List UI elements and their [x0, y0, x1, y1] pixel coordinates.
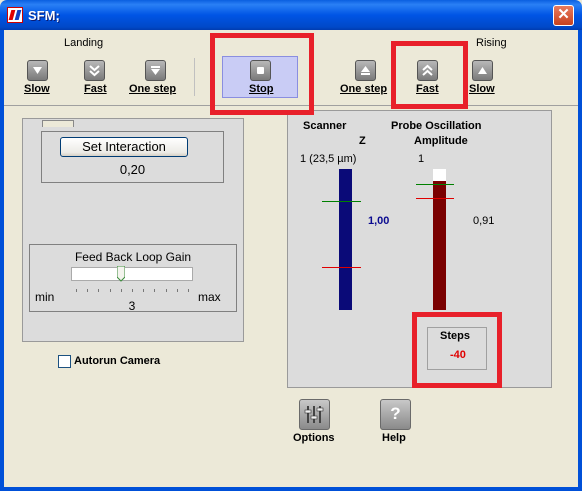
slider-tick: [166, 289, 167, 292]
window-frame-bottom: [0, 487, 582, 491]
triangle-up-icon: [472, 60, 493, 81]
scanner-range: 1 (23,5 µm): [300, 153, 357, 165]
slider-value: 3: [128, 299, 136, 313]
triangle-down-icon: [27, 60, 48, 81]
autorun-camera-checkbox[interactable]: [58, 355, 71, 368]
slider-tick: [188, 289, 189, 292]
slider-tick: [76, 289, 77, 292]
help-button[interactable]: ?: [380, 399, 411, 430]
probe-marker-green: [416, 184, 454, 185]
landing-fast-button[interactable]: Fast: [82, 60, 116, 100]
title-bar[interactable]: [0, 0, 582, 30]
slider-thumb[interactable]: [116, 265, 126, 282]
options-button[interactable]: [299, 399, 330, 430]
rising-one-step-button[interactable]: One step: [340, 60, 396, 100]
probe-title-line1: Probe Oscillation: [391, 120, 482, 132]
triangle-up-bar-icon: [355, 60, 376, 81]
triangle-down-bar-icon: [145, 60, 166, 81]
slider-tick: [121, 289, 122, 292]
landing-slow-button[interactable]: Slow: [22, 60, 56, 100]
window-title: SFM;: [28, 8, 60, 23]
probe-bar-top: [433, 169, 446, 181]
options-label: Options: [293, 432, 335, 444]
scanner-marker-red: [322, 267, 361, 268]
landing-group-label: Landing: [64, 37, 104, 49]
slider-min-label: min: [35, 290, 55, 304]
scanner-axis: Z: [359, 135, 366, 147]
probe-marker-red: [416, 198, 454, 199]
probe-bar: [433, 181, 446, 310]
feedback-gain-slider[interactable]: [71, 267, 193, 281]
slider-tick: [154, 289, 155, 292]
help-label: Help: [382, 432, 406, 444]
rising-one-step-label: One step: [340, 83, 388, 95]
slider-max-label: max: [198, 290, 221, 304]
slider-tick: [177, 289, 178, 292]
rising-slow-label: Slow: [469, 83, 495, 95]
rising-slow-button[interactable]: Slow: [468, 60, 502, 100]
scanner-bar: [339, 169, 352, 310]
question-mark-icon: ?: [390, 404, 401, 423]
probe-title-line2: Amplitude: [414, 135, 468, 147]
slider-tick: [132, 289, 133, 292]
scanner-title: Scanner: [303, 120, 347, 132]
slider-tick: [143, 289, 144, 292]
toolbar-separator: [194, 58, 195, 96]
scanner-marker-green: [322, 201, 361, 202]
scanner-value: 1,00: [368, 215, 390, 227]
autorun-camera-label: Autorun Camera: [74, 355, 161, 367]
landing-one-step-button[interactable]: One step: [128, 60, 184, 100]
highlight-stop: [210, 33, 314, 115]
double-chevron-down-icon: [84, 60, 105, 81]
probe-value: 0,91: [473, 215, 495, 227]
feedback-gain-title: Feed Back Loop Gain: [74, 250, 192, 264]
close-button[interactable]: ✕: [553, 5, 574, 26]
slider-tick: [87, 289, 88, 292]
landing-fast-label: Fast: [84, 83, 107, 95]
highlight-steps: [412, 312, 502, 388]
probe-range: 1: [418, 153, 425, 165]
window-frame-right: [578, 30, 582, 491]
slider-tick: [98, 289, 99, 292]
rising-group-label: Rising: [476, 37, 507, 49]
app-logo-icon: [7, 7, 23, 23]
highlight-rising-fast: [391, 41, 468, 109]
landing-slow-label: Slow: [24, 83, 50, 95]
slider-tick: [110, 289, 111, 292]
set-interaction-button[interactable]: Set Interaction: [60, 137, 188, 157]
sliders-icon: [304, 406, 324, 423]
interaction-value: 0,20: [119, 162, 146, 177]
panel-tab: [42, 120, 74, 127]
landing-one-step-label: One step: [129, 83, 177, 95]
